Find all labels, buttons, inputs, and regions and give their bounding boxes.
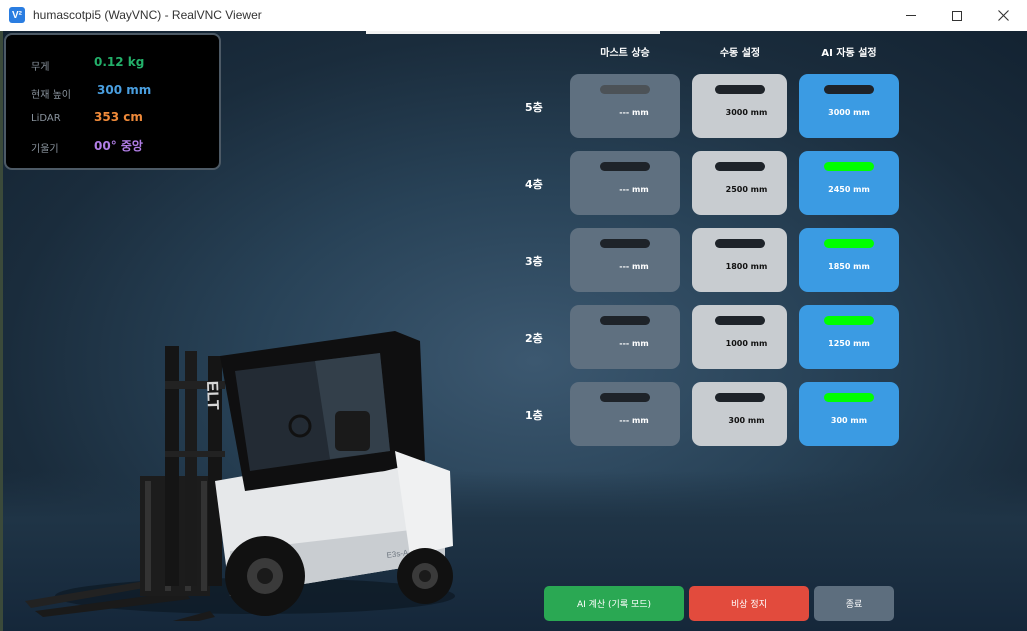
mast-cell-2[interactable]: --- mm <box>570 305 680 369</box>
ai-value-5: 3000 mm <box>828 108 870 117</box>
emergency-stop-button[interactable]: 비상 정지 <box>689 586 809 621</box>
minimize-button[interactable] <box>888 0 934 31</box>
manual-value-1: 300 mm <box>728 416 765 425</box>
title-bar: V² humascotpi5 (WayVNC) - RealVNC Viewer <box>0 0 1027 31</box>
ai-calc-button[interactable]: AI 계산 (기록 모드) <box>544 586 684 621</box>
manual-value-2: 1000 mm <box>725 339 768 348</box>
manual-cell-1[interactable]: 300 mm <box>692 382 787 446</box>
mast-value-3: --- mm <box>619 262 649 271</box>
manual-indicator-5 <box>714 85 765 94</box>
sensor-lidar: LiDAR 353 cm <box>6 110 216 130</box>
manual-indicator-2 <box>714 316 765 325</box>
manual-indicator-1 <box>714 393 765 402</box>
window-title: humascotpi5 (WayVNC) - RealVNC Viewer <box>33 8 262 22</box>
maximize-button[interactable] <box>934 0 980 31</box>
mast-value-1: --- mm <box>619 416 649 425</box>
manual-value-4: 2500 mm <box>725 185 768 194</box>
floor-label-3: 3층 <box>525 255 543 268</box>
mast-cell-5[interactable]: --- mm <box>570 74 680 138</box>
mast-indicator-2 <box>600 316 650 325</box>
mast-indicator-5 <box>600 85 650 94</box>
manual-indicator-4 <box>714 162 765 171</box>
floor-label-5: 5층 <box>525 101 543 114</box>
mast-value-2: --- mm <box>619 339 649 348</box>
top-strip <box>366 31 660 34</box>
tilt-value: 00° 중앙 <box>94 139 143 153</box>
ai-indicator-3 <box>824 239 874 248</box>
ai-cell-4[interactable]: 2450 mm <box>799 151 899 215</box>
mast-indicator-3 <box>600 239 650 248</box>
maximize-icon <box>952 10 962 21</box>
minimize-icon <box>906 15 916 16</box>
mast-indicator-4 <box>600 162 650 171</box>
tilt-label: 기울기 <box>31 144 59 155</box>
header-manual: 수동 설정 <box>719 48 761 59</box>
ai-indicator-5 <box>824 85 874 94</box>
ai-cell-2[interactable]: 1250 mm <box>799 305 899 369</box>
sensor-weight: 무게 0.12 kg <box>6 55 216 75</box>
weight-value: 0.12 kg <box>94 55 145 69</box>
mast-value-4: --- mm <box>619 185 649 194</box>
manual-value-3: 1800 mm <box>725 262 768 271</box>
ai-value-2: 1250 mm <box>828 339 870 348</box>
floor-label-4: 4층 <box>525 178 543 191</box>
realvnc-icon[interactable]: V² <box>9 7 25 23</box>
manual-cell-3[interactable]: 1800 mm <box>692 228 787 292</box>
ai-indicator-1 <box>824 393 874 402</box>
forklift-brand-label: ELT <box>203 381 221 411</box>
exit-button[interactable]: 종료 <box>814 586 894 621</box>
ai-indicator-4 <box>824 162 874 171</box>
manual-value-5: 3000 mm <box>725 108 768 117</box>
remote-desktop[interactable]: 무게 0.12 kg 현재 높이 300 mm LiDAR 353 cm 기울기… <box>0 31 1027 631</box>
weight-label: 무게 <box>31 62 50 73</box>
manual-cell-5[interactable]: 3000 mm <box>692 74 787 138</box>
floor-label-2: 2층 <box>525 332 543 345</box>
ai-value-3: 1850 mm <box>828 262 870 271</box>
sensor-height: 현재 높이 300 mm <box>6 83 216 103</box>
left-edge <box>0 31 3 631</box>
header-ai: AI 자동 설정 <box>821 48 877 59</box>
header-mast: 마스트 상승 <box>600 48 650 59</box>
ai-indicator-2 <box>824 316 874 325</box>
ai-cell-3[interactable]: 1850 mm <box>799 228 899 292</box>
mast-cell-1[interactable]: --- mm <box>570 382 680 446</box>
ai-cell-5[interactable]: 3000 mm <box>799 74 899 138</box>
mast-cell-3[interactable]: --- mm <box>570 228 680 292</box>
ai-cell-1[interactable]: 300 mm <box>799 382 899 446</box>
mast-value-5: --- mm <box>619 108 649 117</box>
height-value: 300 mm <box>97 83 152 97</box>
sensor-tilt: 기울기 00° 중앙 <box>6 137 216 157</box>
manual-cell-4[interactable]: 2500 mm <box>692 151 787 215</box>
forklift-image: E3s-A ELT <box>25 331 455 621</box>
height-label: 현재 높이 <box>31 90 71 101</box>
mast-cell-4[interactable]: --- mm <box>570 151 680 215</box>
ai-value-1: 300 mm <box>830 416 868 425</box>
floor-label-1: 1층 <box>525 409 543 422</box>
mast-indicator-1 <box>600 393 650 402</box>
manual-cell-2[interactable]: 1000 mm <box>692 305 787 369</box>
close-icon <box>997 10 1009 21</box>
lidar-label: LiDAR <box>31 113 61 124</box>
lidar-value: 353 cm <box>94 110 143 124</box>
sensor-panel: 무게 0.12 kg 현재 높이 300 mm LiDAR 353 cm 기울기… <box>4 33 221 170</box>
manual-indicator-3 <box>714 239 765 248</box>
ai-value-4: 2450 mm <box>828 185 870 194</box>
close-button[interactable] <box>980 0 1026 31</box>
